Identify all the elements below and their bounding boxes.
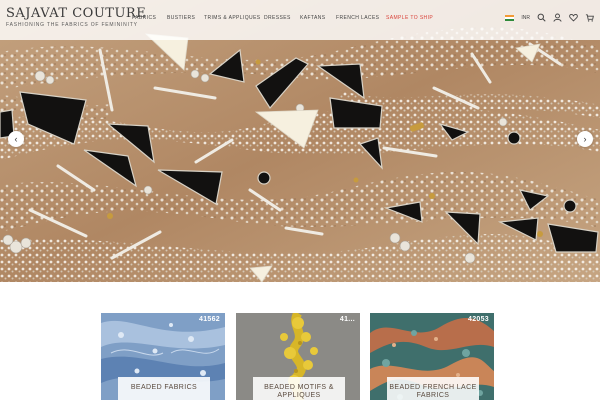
nav-item-bustiers[interactable]: BUSTIERS xyxy=(167,15,195,21)
category-code: 41... xyxy=(339,316,355,323)
site-header: SAJAVAT COUTURE FASHIONING THE FABRICS O… xyxy=(0,0,600,40)
nav-item-fabrics[interactable]: FABRICS xyxy=(132,15,156,21)
slider-prev-button[interactable]: ‹ xyxy=(8,131,24,147)
category-code: 41562 xyxy=(199,316,220,323)
nav-item-dresses[interactable]: DRESSES xyxy=(264,15,291,21)
hero-banner xyxy=(0,0,600,282)
category-label: BEADED FABRICS xyxy=(118,377,210,400)
brand-tagline: FASHIONING THE FABRICS OF FEMININITY xyxy=(6,22,138,28)
header-utilities: INR xyxy=(505,13,594,22)
brand-logo[interactable]: SAJAVAT COUTURE FASHIONING THE FABRICS O… xyxy=(6,7,146,29)
category-card-beaded-fabrics[interactable]: 41562 BEADED FABRICS xyxy=(101,313,225,400)
user-icon[interactable] xyxy=(553,13,562,22)
heart-icon[interactable] xyxy=(569,13,578,22)
nav-item-kaftans[interactable]: KAFTANS xyxy=(300,15,326,21)
category-label: BEADED FRENCH LACE FABRICS xyxy=(387,377,479,400)
category-label: BEADED MOTIFS & APPLIQUES xyxy=(253,377,345,400)
category-code: 42053 xyxy=(468,316,489,323)
cart-icon[interactable] xyxy=(585,13,594,22)
category-card-beaded-french-lace[interactable]: 42053 BEADED FRENCH LACE FABRICS xyxy=(370,313,494,400)
hero-embroidery-image xyxy=(0,0,600,282)
chevron-right-icon: › xyxy=(583,133,587,144)
nav-item-trims-appliques[interactable]: TRIMS & APPLIQUES xyxy=(204,15,261,21)
nav-item-french-laces[interactable]: FRENCH LACES xyxy=(336,15,379,21)
chevron-left-icon: ‹ xyxy=(14,133,18,144)
india-flag-icon[interactable] xyxy=(505,14,515,21)
nav-item-sample-to-ship[interactable]: SAMPLE TO SHIP xyxy=(386,15,433,21)
search-icon[interactable] xyxy=(537,13,546,22)
slider-next-button[interactable]: › xyxy=(577,131,593,147)
brand-name: SAJAVAT COUTURE xyxy=(6,6,147,21)
currency-selector[interactable]: INR xyxy=(521,15,530,21)
category-card-beaded-motifs[interactable]: 41... BEADED MOTIFS & APPLIQUES xyxy=(236,313,360,400)
